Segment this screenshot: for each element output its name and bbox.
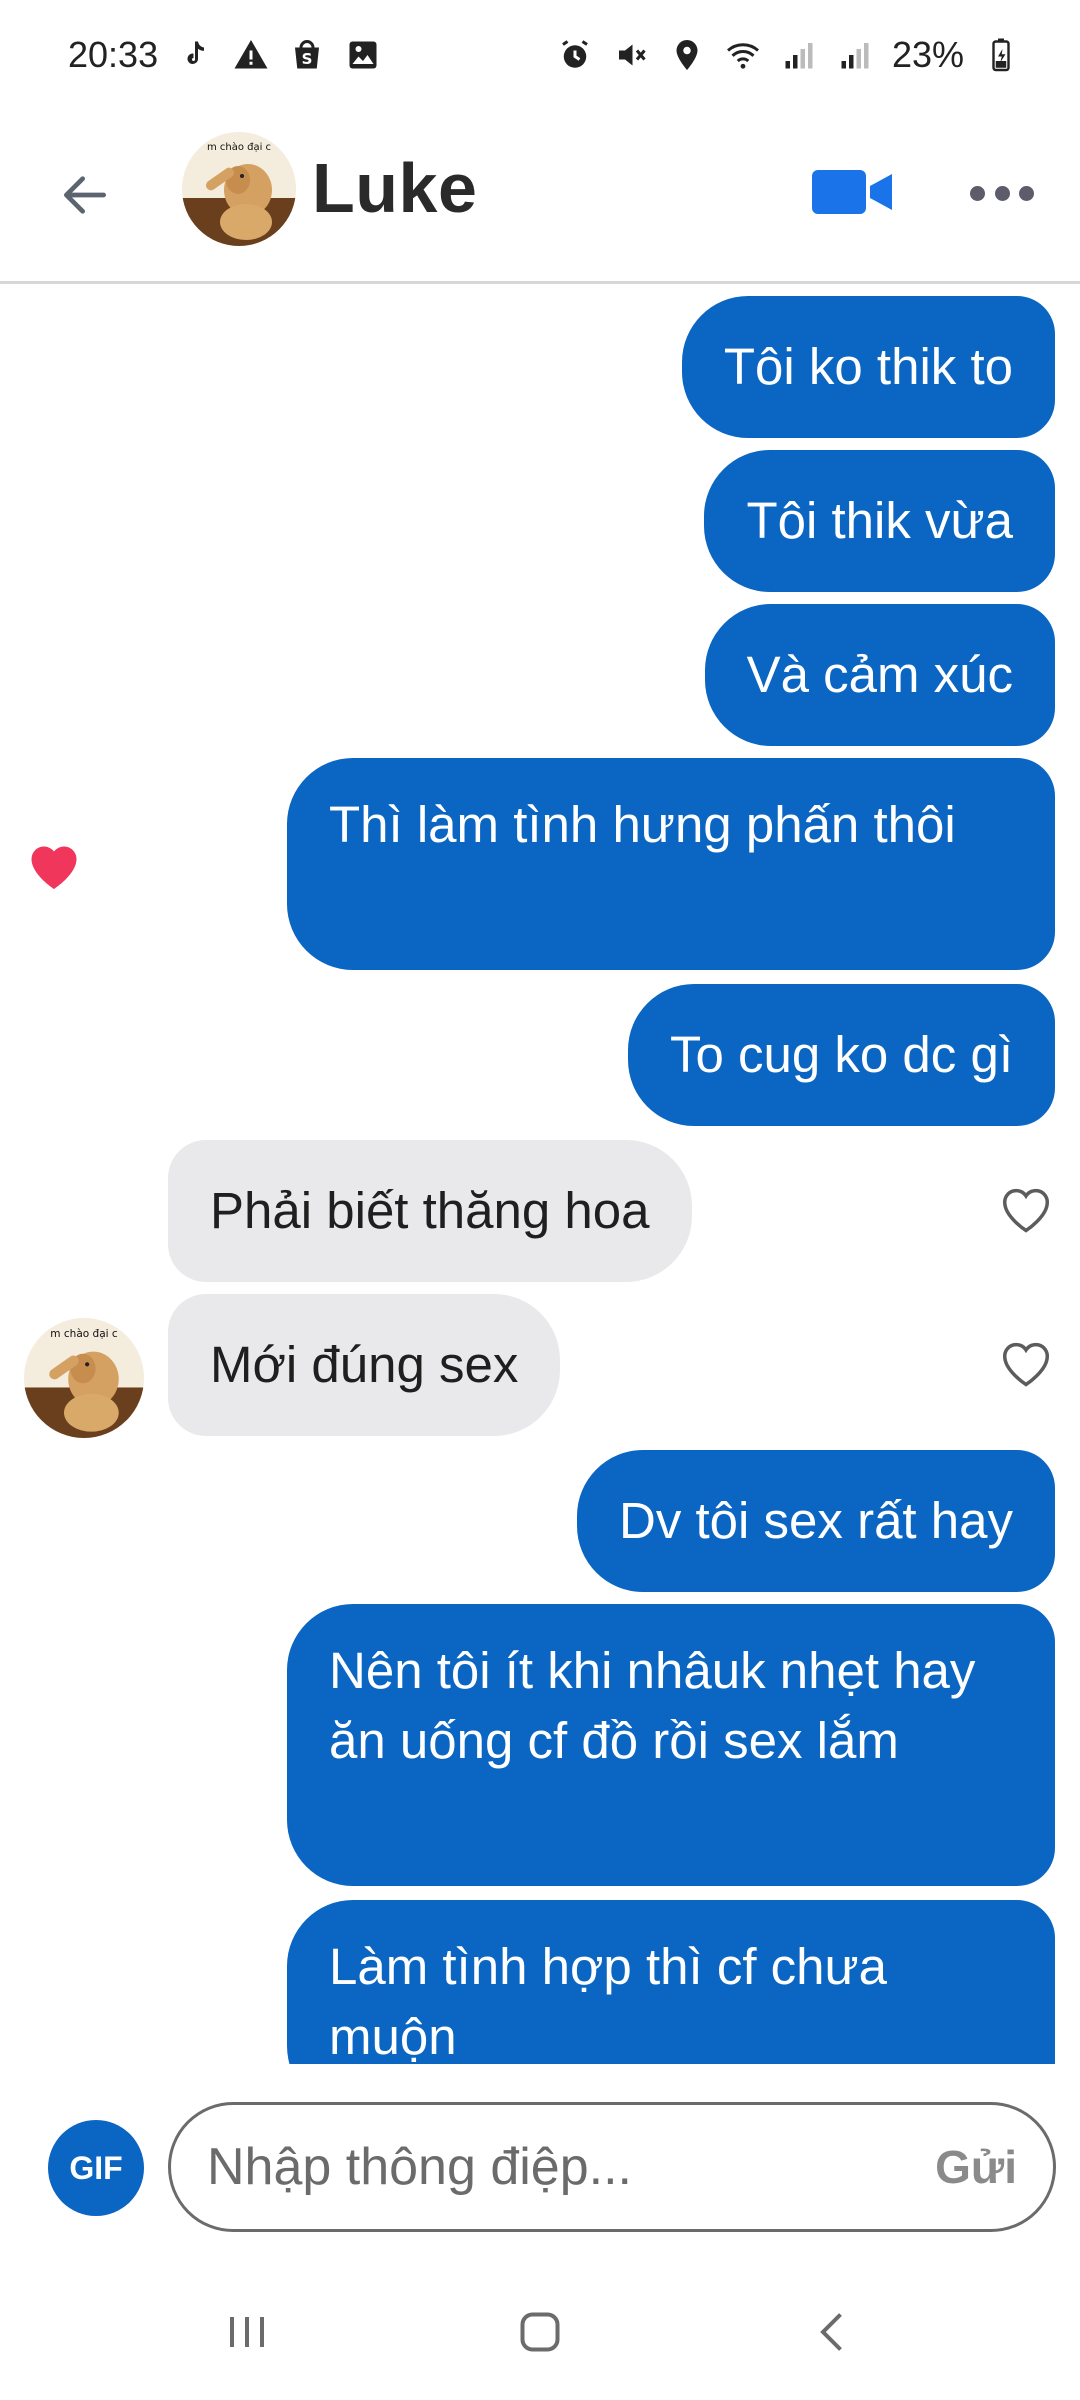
message-input[interactable]: Nhập thông điệp... Gửi — [168, 2102, 1056, 2232]
home-icon[interactable] — [500, 2292, 580, 2372]
heart-outline-icon[interactable] — [996, 1334, 1056, 1390]
message-bubble-outgoing[interactable]: Và cảm xúc — [704, 604, 1055, 746]
message-bubble-outgoing[interactable]: Làm tình hợp thì cf chưa muộn — [287, 1900, 1055, 2064]
video-call-icon[interactable] — [810, 162, 896, 222]
message-bubble-outgoing[interactable]: Dv tôi sex rất hay — [577, 1450, 1055, 1592]
back-nav-icon[interactable] — [793, 2292, 873, 2372]
message-list[interactable]: Tôi ko thik to Tôi thik vừa Và cảm xúc T… — [0, 286, 1080, 2064]
mute-icon — [612, 36, 650, 74]
battery-percent: 23% — [891, 34, 964, 75]
avatar-caption: m chào đại c — [207, 141, 271, 153]
status-bar: 20:33 S 23% — [0, 0, 1080, 110]
signal-icon — [836, 36, 874, 74]
avatar-caption: m chào đại c — [50, 1328, 118, 1340]
image-icon — [344, 36, 382, 74]
message-bubble-outgoing[interactable]: Thì làm tình hưng phấn thôi — [287, 758, 1055, 970]
system-nav-bar — [0, 2264, 1080, 2400]
location-icon — [668, 36, 706, 74]
chat-header: m chào đại c Luke — [0, 110, 1080, 284]
heart-reaction-icon[interactable] — [24, 836, 84, 892]
message-bubble-incoming[interactable]: Mới đúng sex — [168, 1294, 561, 1436]
contact-avatar[interactable]: m chào đại c — [182, 132, 296, 246]
send-button[interactable]: Gửi — [935, 2140, 1017, 2194]
wifi-icon — [724, 36, 762, 74]
battery-icon — [982, 36, 1020, 74]
message-input-placeholder[interactable]: Nhập thông điệp... — [207, 2137, 935, 2197]
recent-apps-icon[interactable] — [207, 2292, 287, 2372]
svg-text:S: S — [302, 50, 313, 68]
message-bubble-outgoing[interactable]: Nên tôi ít khi nhâuk nhẹt hay ăn uống cf… — [287, 1604, 1055, 1886]
message-bubble-outgoing[interactable]: Tôi thik vừa — [704, 450, 1055, 592]
contact-name[interactable]: Luke — [312, 148, 477, 228]
shopee-icon: S — [288, 36, 326, 74]
contact-avatar-small[interactable]: m chào đại c — [24, 1318, 144, 1438]
heart-outline-icon[interactable] — [996, 1180, 1056, 1236]
gif-button[interactable]: GIF — [48, 2120, 144, 2216]
alarm-icon — [556, 36, 594, 74]
message-composer: GIF Nhập thông điệp... Gửi — [0, 2064, 1080, 2264]
tiktok-icon — [176, 36, 214, 74]
more-icon[interactable] — [970, 168, 1034, 218]
message-bubble-incoming[interactable]: Phải biết thăng hoa — [168, 1140, 692, 1282]
message-bubble-outgoing[interactable]: To cug ko dc gì — [627, 984, 1055, 1126]
status-time: 20:33 — [68, 34, 159, 75]
warning-icon — [232, 36, 270, 74]
back-arrow-icon[interactable] — [50, 160, 120, 230]
message-bubble-outgoing[interactable]: Tôi ko thik to — [681, 296, 1055, 438]
signal-icon — [780, 36, 818, 74]
